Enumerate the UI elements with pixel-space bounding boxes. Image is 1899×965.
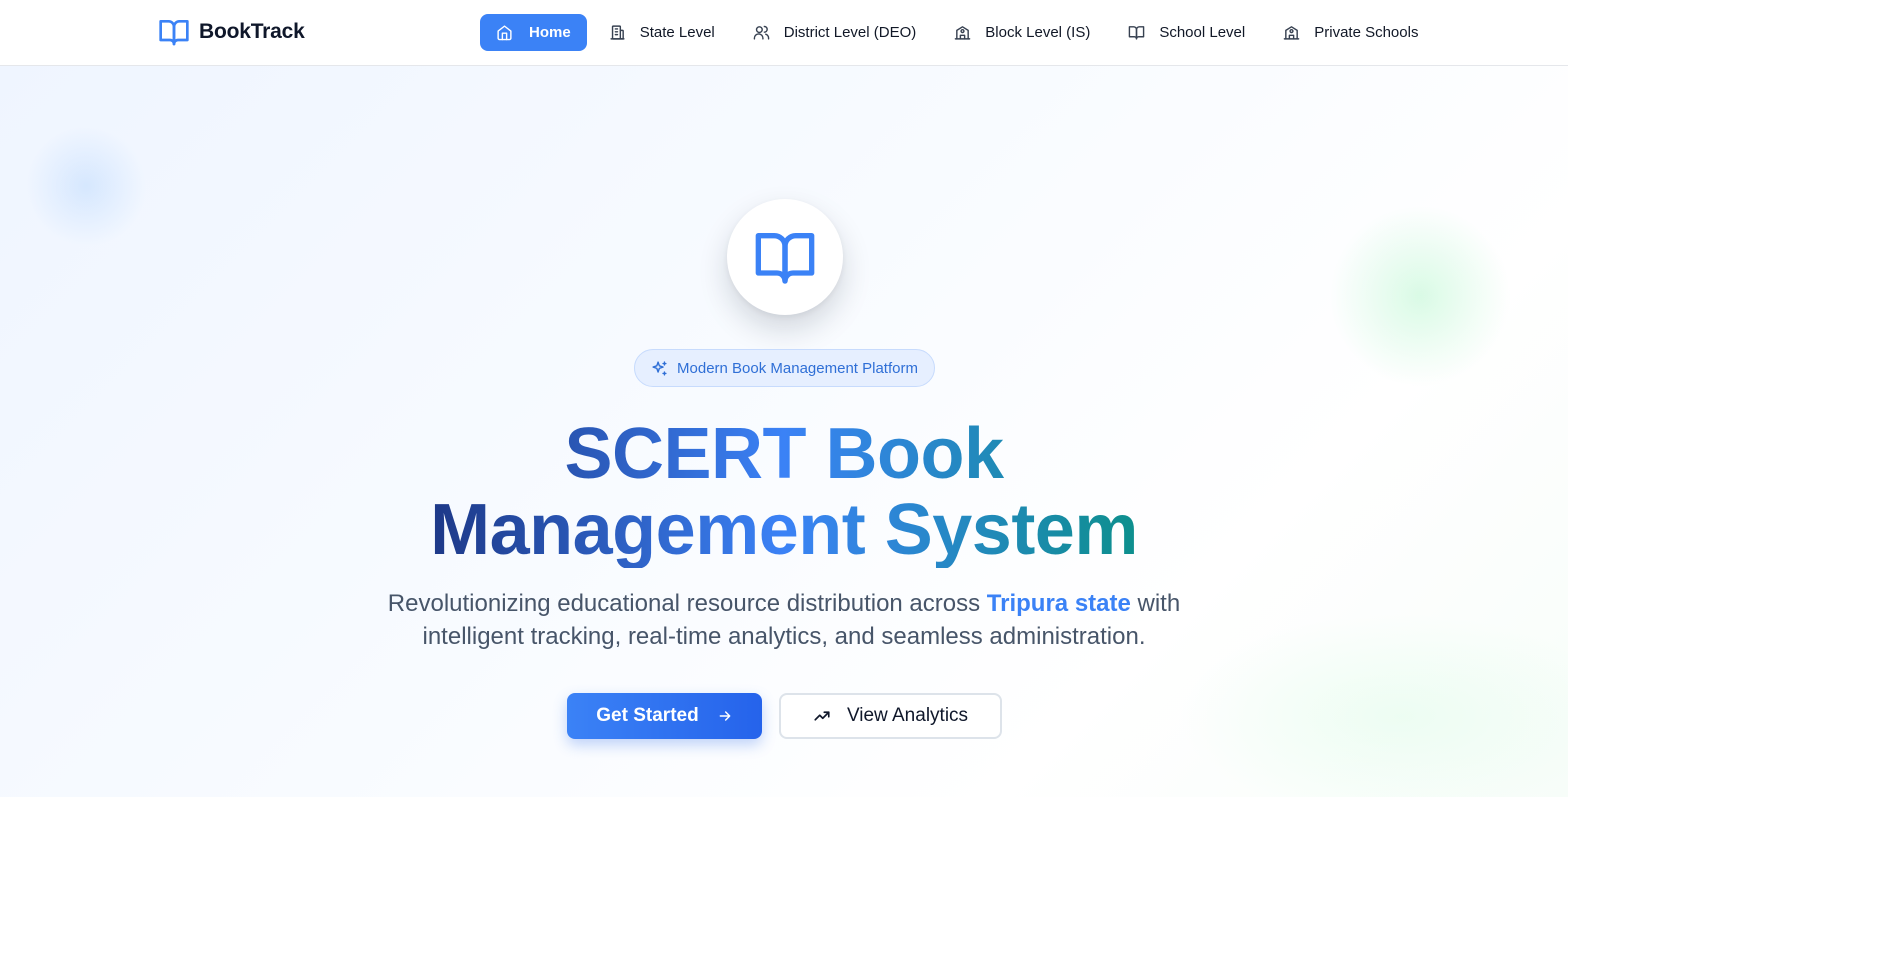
nav-item-label: District Level (DEO) bbox=[783, 24, 917, 41]
top-navbar: BookTrack Home State Level District Leve… bbox=[0, 0, 1568, 66]
brand-name: BookTrack bbox=[199, 20, 305, 43]
school-icon bbox=[1283, 26, 1300, 40]
arrow-right-icon bbox=[719, 711, 731, 721]
nav-item-private-schools[interactable]: Private Schools bbox=[1267, 14, 1434, 51]
book-open-icon bbox=[755, 233, 815, 284]
book-open-icon bbox=[159, 20, 189, 46]
book-open-icon bbox=[1129, 26, 1145, 40]
nav-item-district-level[interactable]: District Level (DEO) bbox=[737, 14, 933, 51]
subtitle-text-before: Revolutionizing educational resource dis… bbox=[387, 590, 981, 617]
title-line-1: SCERT Book bbox=[564, 414, 1004, 494]
sparkles-icon bbox=[652, 360, 667, 376]
nav-item-block-level[interactable]: Block Level (IS) bbox=[938, 14, 1106, 51]
page-title: SCERT Book Management System bbox=[0, 416, 1568, 568]
hero-subtitle: Revolutionizing educational resource dis… bbox=[334, 587, 1234, 653]
badge-label: Modern Book Management Platform bbox=[677, 359, 918, 377]
trending-up-icon bbox=[814, 711, 830, 721]
main-nav: Home State Level District Level (DEO) Bl… bbox=[480, 14, 1434, 51]
get-started-button[interactable]: Get Started bbox=[567, 693, 762, 739]
subtitle-highlight: Tripura state bbox=[986, 590, 1131, 617]
nav-item-label: Home bbox=[529, 24, 571, 41]
building-icon bbox=[610, 25, 625, 40]
school-icon bbox=[954, 26, 971, 40]
title-line-2: Management System bbox=[430, 490, 1138, 570]
view-analytics-label: View Analytics bbox=[846, 705, 969, 726]
nav-item-state-level[interactable]: State Level bbox=[593, 14, 731, 51]
get-started-label: Get Started bbox=[596, 705, 699, 726]
hero-section: Modern Book Management Platform SCERT Bo… bbox=[0, 66, 1568, 797]
nav-item-school-level[interactable]: School Level bbox=[1112, 14, 1261, 51]
nav-item-label: Block Level (IS) bbox=[985, 24, 1091, 41]
nav-item-label: School Level bbox=[1159, 24, 1246, 41]
nav-item-home[interactable]: Home bbox=[480, 14, 587, 51]
nav-item-label: Private Schools bbox=[1314, 24, 1419, 41]
nav-item-label: State Level bbox=[639, 24, 715, 41]
brand-logo[interactable]: BookTrack bbox=[158, 16, 305, 48]
platform-badge: Modern Book Management Platform bbox=[634, 349, 935, 387]
view-analytics-button[interactable]: View Analytics bbox=[779, 693, 1002, 739]
home-icon bbox=[497, 25, 512, 41]
users-icon bbox=[753, 25, 770, 40]
hero-logo bbox=[727, 199, 843, 315]
